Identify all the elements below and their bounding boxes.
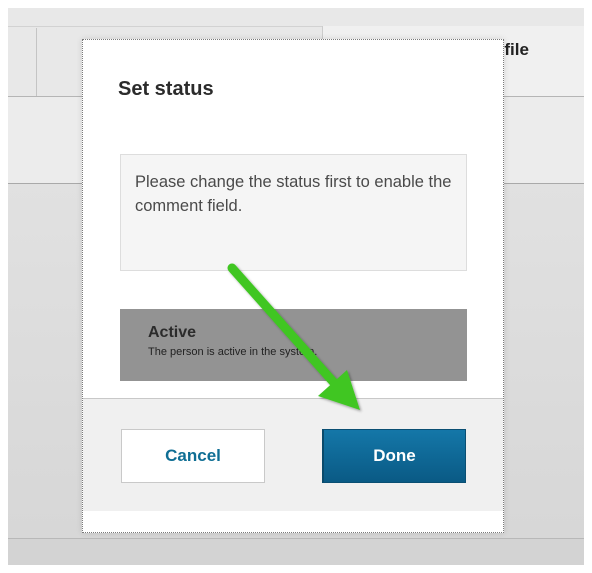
background-divider bbox=[36, 28, 37, 96]
cancel-button[interactable]: Cancel bbox=[121, 429, 265, 483]
status-option-name: Active bbox=[148, 324, 197, 341]
status-option-description: The person is active in the system. bbox=[148, 346, 318, 358]
done-button[interactable]: Done bbox=[322, 429, 466, 483]
comment-field: Please change the status first to enable… bbox=[120, 154, 467, 271]
background-footer-band bbox=[8, 538, 584, 565]
status-option-active[interactable]: Active The person is active in the syste… bbox=[120, 309, 467, 381]
dialog-footer: Cancel Done bbox=[83, 398, 503, 511]
dialog-title: Set status bbox=[118, 78, 214, 100]
set-status-dialog: Set status Please change the status firs… bbox=[82, 39, 504, 533]
